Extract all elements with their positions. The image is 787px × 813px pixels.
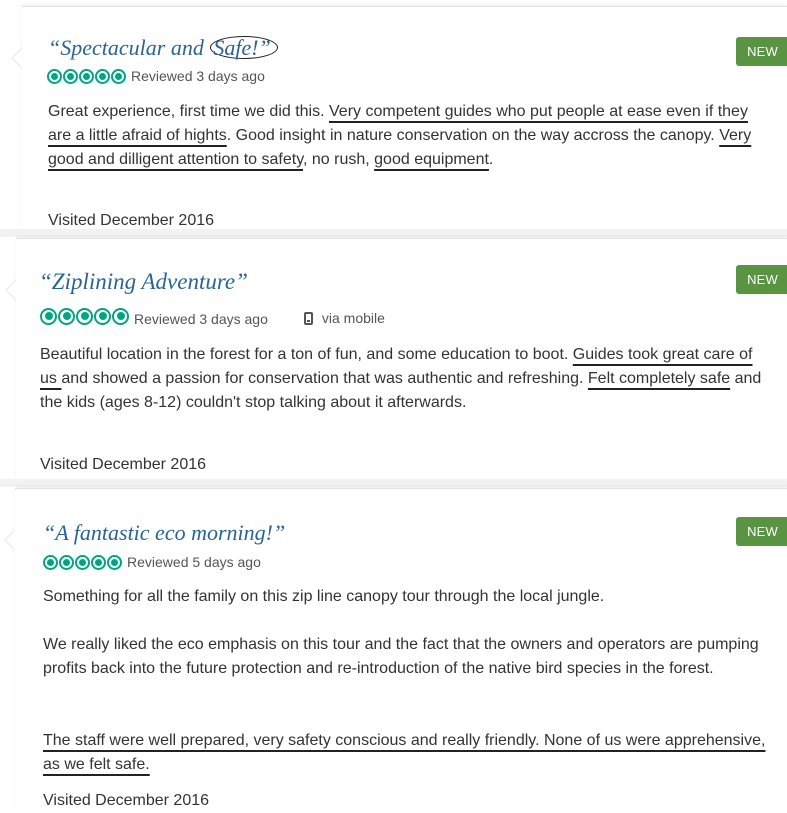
review-separator <box>0 479 787 487</box>
via-mobile: via mobile <box>303 310 385 326</box>
visited-date: Visited December 2016 <box>40 456 207 473</box>
new-badge: NEW <box>736 37 787 66</box>
review-paragraph: Something for all the family on this zip… <box>43 588 605 605</box>
bubble-rating-icon <box>43 554 122 570</box>
underlined-phrase: The staff were well prepared, very safet… <box>43 732 766 773</box>
review-date: Reviewed 3 days ago <box>131 68 265 84</box>
review-card: “Spectacular and Safe!” NEW Reviewed 3 d… <box>11 6 787 229</box>
review-text: Great experience, first time we did this… <box>48 100 768 172</box>
rating-row: Reviewed 5 days ago <box>43 554 261 570</box>
mobile-phone-icon <box>303 311 313 325</box>
review-title-text[interactable]: “Spectacular and <box>48 35 209 60</box>
review-text-segment: . <box>488 151 494 168</box>
review-text-segment: , no rush, <box>303 151 375 168</box>
review-date: Reviewed 5 days ago <box>127 554 261 570</box>
review-date: Reviewed 3 days ago <box>134 311 268 327</box>
visited-date: Visited December 2016 <box>48 212 215 229</box>
underlined-phrase: good equipment <box>374 151 489 168</box>
review-title[interactable]: “Spectacular and Safe!” <box>48 35 278 61</box>
bubble-rating-icon <box>47 68 126 84</box>
new-badge: NEW <box>736 265 787 294</box>
review-title[interactable]: “A fantastic eco morning!” <box>43 520 285 546</box>
review-title-circled[interactable]: Safe!” <box>210 36 278 59</box>
review-paragraph: We really liked the eco emphasis on this… <box>43 636 759 677</box>
review-card: “A fantastic eco morning!” NEW Reviewed … <box>4 488 787 813</box>
review-title[interactable]: “Ziplining Adventure” <box>39 269 248 295</box>
review-card: “Ziplining Adventure” NEW Reviewed 3 day… <box>5 238 787 479</box>
review-text-segment: Beautiful location in the forest for a t… <box>40 346 573 363</box>
review-text-segment: . Good insight in nature conservation on… <box>226 127 720 144</box>
review-text-segment: and showed a passion for conservation th… <box>61 370 588 387</box>
via-mobile-label: via mobile <box>321 310 385 326</box>
visited-date: Visited December 2016 <box>43 792 210 809</box>
new-badge: NEW <box>736 517 787 546</box>
bubble-rating-icon <box>40 307 129 325</box>
rating-row: Reviewed 3 days ago <box>47 68 265 84</box>
review-paragraph: The staff were well prepared, very safet… <box>43 729 773 777</box>
review-text: Beautiful location in the forest for a t… <box>40 343 770 415</box>
underlined-phrase: Felt completely safe <box>587 370 731 387</box>
rating-row: Reviewed 3 days ago via mobile <box>40 305 385 327</box>
review-text-segment: Great experience, first time we did this… <box>48 103 329 120</box>
review-separator <box>0 229 787 237</box>
